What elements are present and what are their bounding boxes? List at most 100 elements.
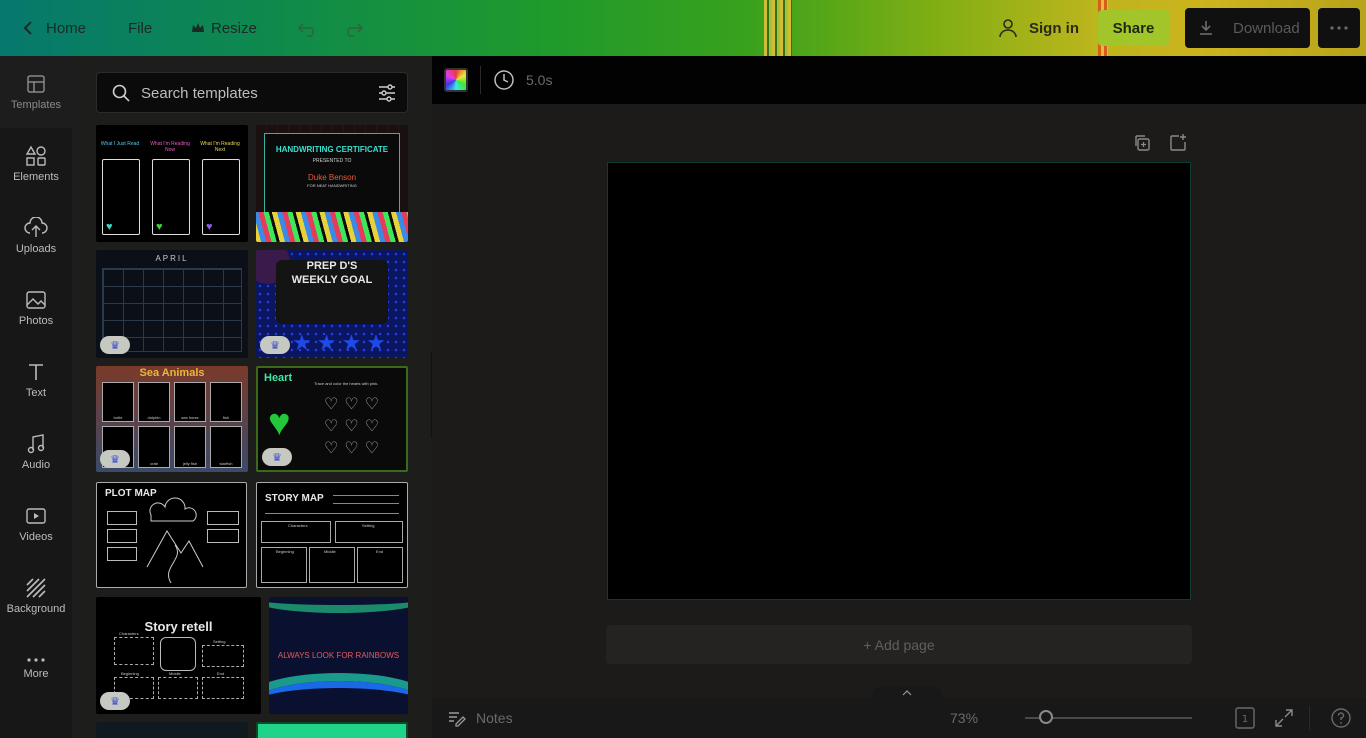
calendar-month: APRIL: [155, 254, 189, 263]
share-button[interactable]: Share: [1098, 10, 1169, 46]
template-story-retell[interactable]: Story retell Characters Setting Beginnin…: [96, 597, 261, 714]
crown-icon: ♛: [110, 453, 120, 466]
undo-button[interactable]: [297, 0, 319, 56]
template-plot-map[interactable]: PLOT MAP: [96, 482, 247, 588]
duration-label: 5.0s: [526, 72, 553, 88]
mountain-path-illustration: [146, 497, 204, 583]
download-button[interactable]: Download: [1185, 8, 1310, 48]
elements-icon: [25, 145, 46, 166]
crown-icon: ♛: [270, 339, 280, 352]
rail-label-templates: Templates: [10, 99, 62, 111]
crown-icon: ♛: [110, 339, 120, 352]
weekly-goal-line1: PREP D'S: [306, 260, 358, 272]
rail-item-more[interactable]: More: [0, 632, 72, 704]
rail-item-text[interactable]: Text: [0, 344, 72, 416]
story-retell-middle: Middle: [169, 671, 181, 676]
top-bar: Home File Resize Sign in Share Download: [0, 0, 1366, 56]
story-retell-setting: Setting: [213, 639, 226, 644]
search-input[interactable]: [141, 83, 361, 103]
search-box: [96, 72, 408, 113]
fullscreen-icon[interactable]: [1274, 708, 1294, 728]
user-icon: [999, 19, 1017, 38]
resize-button[interactable]: Resize: [191, 0, 257, 56]
color-picker-icon[interactable]: [444, 68, 468, 92]
rail-item-uploads[interactable]: Uploads: [0, 200, 72, 272]
green-heart-icon: ♥: [268, 402, 291, 444]
resize-label: Resize: [211, 19, 257, 37]
filter-icon[interactable]: [377, 83, 397, 103]
redo-button[interactable]: [342, 0, 364, 56]
add-page-icon[interactable]: [1168, 133, 1188, 153]
story-map-middle: Middle: [324, 549, 336, 554]
pencils-illustration: [256, 212, 408, 242]
crown-icon: [192, 23, 204, 32]
add-page-button[interactable]: + Add page: [606, 625, 1192, 664]
story-retell-characters: Characters: [119, 631, 139, 636]
more-options-button[interactable]: [1318, 8, 1360, 48]
file-menu-button[interactable]: File: [128, 0, 152, 56]
template-partial-2[interactable]: [256, 722, 408, 738]
heart-outline-icons: ♡♡♡ ♡♡♡ ♡♡♡: [324, 396, 386, 457]
duplicate-page-icon[interactable]: [1132, 133, 1152, 153]
book-illustration: [160, 637, 196, 671]
page-count-icon[interactable]: 1: [1234, 706, 1256, 730]
premium-badge: ♛: [100, 692, 130, 710]
story-retell-beginning: Beginning: [121, 671, 139, 676]
rail-item-elements[interactable]: Elements: [0, 128, 72, 200]
rail-item-background[interactable]: Background: [0, 560, 72, 632]
template-handwriting-certificate[interactable]: HANDWRITING CERTIFICATE PRESENTED TO Duk…: [256, 125, 408, 242]
zoom-percent[interactable]: 73%: [950, 710, 978, 726]
template-sea-animals[interactable]: Sea Animals turtle dolphin sea horse fis…: [96, 366, 248, 472]
heart-icon: ♥: [206, 221, 213, 233]
rail-item-audio[interactable]: Audio: [0, 416, 72, 488]
rail-label-elements: Elements: [13, 171, 59, 183]
certificate-for: FOR NEAT HANDWRITING: [307, 183, 357, 188]
rail-label-background: Background: [6, 603, 66, 615]
audio-icon: [27, 434, 45, 454]
decorative-stripes: [764, 0, 792, 56]
crown-icon: ♛: [110, 695, 120, 708]
redo-icon: [347, 23, 364, 37]
photos-icon: [26, 291, 46, 309]
premium-badge: ♛: [260, 336, 290, 354]
side-rail: Templates Elements Uploads Photos Text A…: [0, 56, 72, 738]
download-icon: [1200, 21, 1212, 35]
download-label: Download: [1233, 19, 1300, 37]
notes-button[interactable]: Notes: [446, 708, 513, 728]
duration-button[interactable]: 5.0s: [492, 68, 552, 92]
premium-badge: ♛: [262, 448, 292, 466]
rail-label-more: More: [23, 668, 49, 680]
crown-icon: ♛: [272, 451, 282, 464]
reading-col3-label: What I'm Reading Next: [200, 141, 240, 153]
rail-item-videos[interactable]: Videos: [0, 488, 72, 560]
template-rainbows[interactable]: ALWAYS LOOK FOR RAINBOWS: [269, 597, 408, 714]
notes-label: Notes: [476, 710, 513, 726]
search-icon: [112, 84, 130, 102]
rainbows-text: ALWAYS LOOK FOR RAINBOWS: [277, 651, 400, 660]
template-weekly-goal[interactable]: PREP D'S WEEKLY GOAL ★★★★ ♛: [256, 250, 408, 358]
text-icon: [29, 364, 43, 380]
heart-instruction: Trace and color the hearts with pink.: [314, 381, 379, 386]
upload-icon: [24, 217, 48, 237]
sea-label: starfish: [219, 461, 233, 466]
sign-in-button[interactable]: Sign in: [997, 0, 1079, 56]
template-reading-log[interactable]: What I Just Read What I'm Reading Now Wh…: [96, 125, 248, 242]
undo-icon: [297, 23, 314, 37]
rail-label-audio: Audio: [21, 459, 51, 471]
chevron-left-icon: [23, 21, 32, 35]
design-page[interactable]: [607, 162, 1191, 600]
template-partial-1[interactable]: [96, 722, 248, 738]
star-icons: ★★★★: [292, 330, 391, 355]
template-story-map[interactable]: STORY MAP Characters Setting Beginning M…: [256, 482, 408, 588]
template-april-calendar[interactable]: APRIL ♛: [96, 250, 248, 358]
sea-label: fish: [222, 415, 230, 420]
zoom-slider-handle[interactable]: [1039, 710, 1053, 724]
sea-label: crab: [150, 461, 158, 466]
home-button[interactable]: Home: [18, 0, 86, 56]
rail-item-photos[interactable]: Photos: [0, 272, 72, 344]
rail-label-videos: Videos: [19, 531, 53, 543]
rail-item-templates[interactable]: Templates: [0, 56, 72, 128]
certificate-presented: PRESENTED TO: [312, 158, 352, 164]
help-icon[interactable]: [1330, 707, 1352, 729]
template-heart-tracing[interactable]: Heart Trace and color the hearts with pi…: [256, 366, 408, 472]
